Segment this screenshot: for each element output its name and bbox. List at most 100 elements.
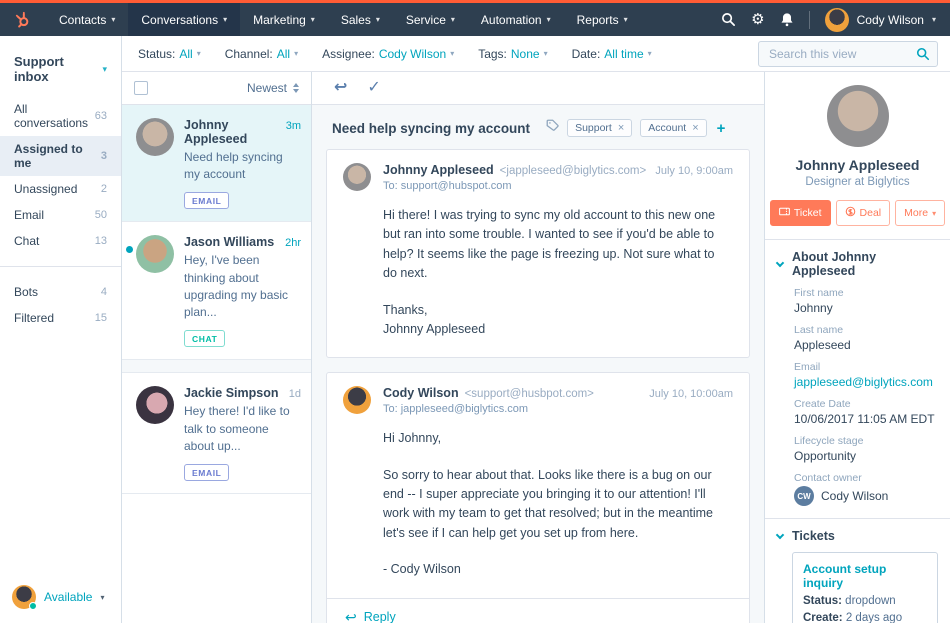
filter-value: All	[277, 47, 290, 61]
about-section-header[interactable]: About Johnny Appleseed	[777, 250, 938, 278]
field-create-date: Create Date 10/06/2017 11:05 AM EDT	[794, 398, 938, 426]
nav-item-conversations[interactable]: Conversations ▾	[128, 3, 240, 36]
tickets-section-header[interactable]: Tickets	[777, 529, 938, 543]
sidebar-item-filtered[interactable]: Filtered 15	[0, 305, 121, 331]
close-icon[interactable]: ×	[692, 122, 698, 134]
inbox-title: Support inbox	[14, 54, 96, 84]
avatar	[343, 386, 371, 414]
sort-arrows-icon	[293, 83, 299, 93]
conversation-item-jason[interactable]: Jason Williams 2hr Hey, I've been thinki…	[122, 222, 311, 360]
tag-chip-support[interactable]: Support ×	[567, 119, 632, 137]
message-paragraph: Thanks,	[383, 301, 729, 320]
filter-tags[interactable]: Tags: None ▾	[478, 47, 547, 61]
chevron-down-icon: ▾	[451, 15, 455, 24]
message-timestamp: July 10, 10:00am	[649, 388, 733, 400]
conversation-time: 2hr	[285, 237, 301, 249]
more-actions-button[interactable]: More ▾	[895, 200, 945, 226]
create-deal-button[interactable]: Deal	[836, 200, 891, 226]
sidebar-item-email[interactable]: Email 50	[0, 202, 121, 228]
create-ticket-button[interactable]: Ticket	[770, 200, 831, 226]
nav-item-marketing[interactable]: Marketing ▾	[240, 3, 328, 36]
filter-channel[interactable]: Channel: All ▾	[225, 47, 298, 61]
sidebar-item-count: 4	[101, 286, 107, 298]
sidebar-item-label: Filtered	[14, 311, 54, 325]
conversation-item-jackie[interactable]: Jackie Simpson 1d Hey there! I'd like to…	[122, 373, 311, 494]
sidebar-item-all-conversations[interactable]: All conversations 63	[0, 96, 121, 136]
gear-icon[interactable]: ⚙	[751, 12, 764, 27]
reply-button[interactable]: ↩ Reply	[327, 598, 749, 623]
button-label: Deal	[860, 207, 882, 219]
chevron-down-icon: ▾	[223, 15, 227, 24]
inbox-selector[interactable]: Support inbox ▾	[0, 54, 121, 84]
reply-icon[interactable]: ↩	[334, 80, 347, 96]
message-timestamp: July 10, 9:00am	[655, 165, 733, 177]
section-title: Tickets	[792, 529, 835, 543]
conversation-time: 3m	[286, 120, 301, 132]
thread-title: Need help syncing my account	[332, 121, 530, 136]
conversation-time: 1d	[289, 388, 301, 400]
search-input[interactable]	[758, 41, 938, 67]
nav-item-sales[interactable]: Sales ▾	[328, 3, 393, 36]
sidebar-item-chat[interactable]: Chat 13	[0, 228, 121, 254]
mark-done-check-icon[interactable]: ✓	[367, 80, 380, 96]
avatar	[825, 8, 849, 32]
ticket-create-line: Create: 2 days ago	[803, 612, 927, 623]
conversation-name: Jackie Simpson	[184, 386, 279, 400]
filter-assignee[interactable]: Assignee: Cody Wilson ▾	[322, 47, 454, 61]
deal-icon	[845, 206, 856, 220]
chevron-down-icon: ▾	[624, 15, 628, 24]
ticket-create-value: 2 days ago	[843, 612, 902, 623]
nav-item-reports[interactable]: Reports ▾	[564, 3, 641, 36]
nav-item-automation[interactable]: Automation ▾	[468, 3, 564, 36]
add-tag-button[interactable]: +	[717, 121, 726, 136]
availability-label: Available	[44, 590, 92, 604]
search-icon[interactable]	[916, 47, 930, 64]
filter-value: Cody Wilson	[379, 47, 446, 61]
message-card: Johnny Appleseed <jappleseed@biglytics.c…	[326, 149, 750, 358]
contact-name: Johnny Appleseed	[775, 157, 940, 173]
message-body: Hi Johnny, So sorry to hear about that. …	[327, 415, 749, 597]
filter-bar: Status: All ▾ Channel: All ▾ Assignee: C…	[122, 36, 950, 72]
top-nav: Contacts ▾ Conversations ▾ Marketing ▾ S…	[0, 0, 950, 36]
conversation-preview: Hey, I've been thinking about upgrading …	[184, 252, 301, 322]
section-title: About Johnny Appleseed	[792, 250, 938, 278]
thread-toolbar: ↩ ✓	[312, 72, 764, 105]
message-paragraph: - Cody Wilson	[383, 560, 729, 579]
message-recipient: To: jappleseed@biglytics.com	[383, 403, 733, 415]
sort-control[interactable]: Newest	[247, 81, 299, 95]
availability-toggle[interactable]: Available ▾	[0, 585, 121, 609]
hubspot-logo-icon[interactable]	[0, 3, 46, 36]
tag-chip-account[interactable]: Account ×	[640, 119, 706, 137]
message-recipient: To: support@hubspot.com	[383, 180, 733, 192]
chevron-down-icon: ▾	[100, 593, 104, 602]
filter-status[interactable]: Status: All ▾	[138, 47, 201, 61]
chevron-down-icon: ▾	[544, 49, 548, 58]
about-section: About Johnny Appleseed First name Johnny…	[765, 240, 950, 518]
sidebar-item-label: Assigned to me	[14, 142, 101, 170]
sidebar-item-bots[interactable]: Bots 4	[0, 279, 121, 305]
ticket-create-label: Create:	[803, 612, 843, 623]
search-icon[interactable]	[721, 12, 736, 27]
bell-icon[interactable]	[780, 12, 794, 27]
filter-date[interactable]: Date: All time ▾	[572, 47, 652, 61]
message-sender-email: <support@husbpot.com>	[465, 388, 594, 400]
field-label: Email	[794, 361, 938, 373]
thread-pane: ↩ ✓ Need help syncing my account Supp	[312, 72, 764, 623]
ticket-title-link[interactable]: Account setup inquiry	[803, 562, 927, 590]
sidebar-item-label: All conversations	[14, 102, 95, 130]
nav-item-label: Reports	[577, 13, 619, 27]
avatar	[136, 235, 174, 273]
sidebar-item-assigned-to-me[interactable]: Assigned to me 3	[0, 136, 121, 176]
nav-item-contacts[interactable]: Contacts ▾	[46, 3, 128, 36]
close-icon[interactable]: ×	[618, 122, 624, 134]
conversation-preview: Need help syncing my account	[184, 149, 301, 184]
field-value-email-link[interactable]: jappleseed@biglytics.com	[794, 375, 938, 389]
nav-item-service[interactable]: Service ▾	[393, 3, 468, 36]
sidebar-item-count: 63	[95, 110, 107, 122]
chevron-down-icon: ▾	[294, 49, 298, 58]
message-body: Hi there! I was trying to sync my old ac…	[327, 192, 749, 357]
conversation-item-johnny[interactable]: Johnny Appleseed 3m Need help syncing my…	[122, 105, 311, 222]
select-all-checkbox[interactable]	[134, 81, 148, 95]
sidebar-item-unassigned[interactable]: Unassigned 2	[0, 176, 121, 202]
user-menu[interactable]: Cody Wilson ▾	[825, 8, 936, 32]
